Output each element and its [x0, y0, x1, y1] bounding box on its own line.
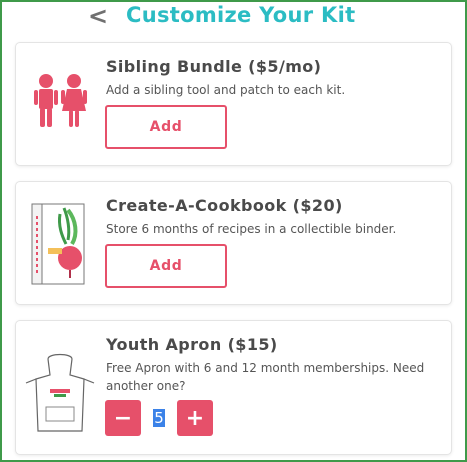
- addon-title: Sibling Bundle ($5/mo): [106, 57, 322, 76]
- addon-card-youth-apron: Youth Apron ($15) Free Apron with 6 and …: [15, 320, 452, 455]
- addon-description: Store 6 months of recipes in a collectib…: [106, 222, 397, 236]
- back-button[interactable]: <: [86, 2, 110, 30]
- apron-image: [24, 351, 96, 436]
- addon-card-cookbook: Create-A-Cookbook ($20) Store 6 months o…: [15, 181, 452, 305]
- quantity-stepper: − 5 +: [105, 400, 215, 436]
- siblings-icon: [24, 71, 94, 131]
- addon-title: Youth Apron ($15): [106, 335, 278, 354]
- quantity-input[interactable]: 5: [141, 400, 177, 436]
- add-sibling-bundle-button[interactable]: Add: [105, 105, 227, 149]
- increment-button[interactable]: +: [177, 400, 213, 436]
- header: < Customize Your Kit: [0, 0, 467, 34]
- addon-title: Create-A-Cookbook ($20): [106, 196, 343, 215]
- quantity-value: 5: [153, 409, 165, 427]
- addon-description: Free Apron with 6 and 12 month membershi…: [106, 361, 425, 393]
- addon-card-sibling-bundle: Sibling Bundle ($5/mo) Add a sibling too…: [15, 42, 452, 166]
- decrement-button[interactable]: −: [105, 400, 141, 436]
- add-cookbook-button[interactable]: Add: [105, 244, 227, 288]
- page-title: Customize Your Kit: [126, 3, 356, 27]
- addon-description: Add a sibling tool and patch to each kit…: [106, 83, 346, 97]
- cookbook-binder-image: [24, 198, 96, 288]
